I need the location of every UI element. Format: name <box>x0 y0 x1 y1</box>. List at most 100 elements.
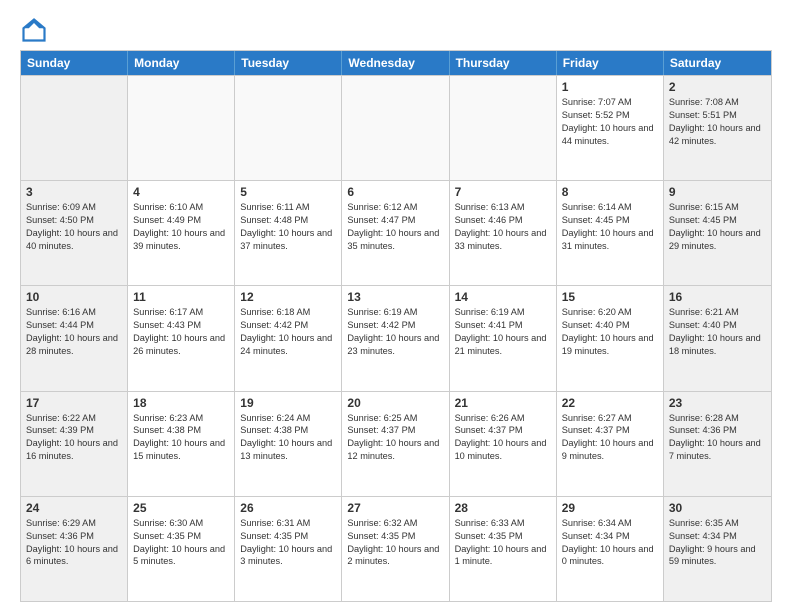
day-number: 11 <box>133 290 229 304</box>
calendar-header-row: SundayMondayTuesdayWednesdayThursdayFrid… <box>21 51 771 75</box>
day-info: Sunrise: 6:15 AM Sunset: 4:45 PM Dayligh… <box>669 201 766 253</box>
day-number: 3 <box>26 185 122 199</box>
cal-header-friday: Friday <box>557 51 664 75</box>
calendar: SundayMondayTuesdayWednesdayThursdayFrid… <box>20 50 772 602</box>
cal-cell: 4 Sunrise: 6:10 AM Sunset: 4:49 PM Daylig… <box>128 181 235 285</box>
day-info: Sunrise: 6:24 AM Sunset: 4:38 PM Dayligh… <box>240 412 336 464</box>
logo <box>20 16 52 44</box>
day-info: Sunrise: 6:22 AM Sunset: 4:39 PM Dayligh… <box>26 412 122 464</box>
day-number: 15 <box>562 290 658 304</box>
cal-week-4: 17 Sunrise: 6:22 AM Sunset: 4:39 PM Dayli… <box>21 391 771 496</box>
day-number: 25 <box>133 501 229 515</box>
cal-header-sunday: Sunday <box>21 51 128 75</box>
cal-cell: 24Sunrise: 6:29 AM Sunset: 4:36 PM Dayli… <box>21 497 128 601</box>
day-number: 21 <box>455 396 551 410</box>
day-info: Sunrise: 6:17 AM Sunset: 4:43 PM Dayligh… <box>133 306 229 358</box>
day-number: 1 <box>562 80 658 94</box>
cal-cell: 10 Sunrise: 6:16 AM Sunset: 4:44 PM Dayli… <box>21 286 128 390</box>
cal-header-thursday: Thursday <box>450 51 557 75</box>
day-number: 26 <box>240 501 336 515</box>
day-info: Sunrise: 6:20 AM Sunset: 4:40 PM Dayligh… <box>562 306 658 358</box>
day-number: 8 <box>562 185 658 199</box>
cal-cell: 9Sunrise: 6:15 AM Sunset: 4:45 PM Daylig… <box>664 181 771 285</box>
cal-week-5: 24Sunrise: 6:29 AM Sunset: 4:36 PM Dayli… <box>21 496 771 601</box>
day-number: 5 <box>240 185 336 199</box>
day-info: Sunrise: 6:25 AM Sunset: 4:37 PM Dayligh… <box>347 412 443 464</box>
day-info: Sunrise: 6:12 AM Sunset: 4:47 PM Dayligh… <box>347 201 443 253</box>
day-number: 12 <box>240 290 336 304</box>
cal-cell <box>235 76 342 180</box>
day-info: Sunrise: 7:07 AM Sunset: 5:52 PM Dayligh… <box>562 96 658 148</box>
cal-cell: 6 Sunrise: 6:12 AM Sunset: 4:47 PM Daylig… <box>342 181 449 285</box>
day-number: 14 <box>455 290 551 304</box>
day-info: Sunrise: 6:32 AM Sunset: 4:35 PM Dayligh… <box>347 517 443 569</box>
cal-cell <box>128 76 235 180</box>
day-info: Sunrise: 6:09 AM Sunset: 4:50 PM Dayligh… <box>26 201 122 253</box>
cal-cell: 22 Sunrise: 6:27 AM Sunset: 4:37 PM Dayli… <box>557 392 664 496</box>
day-info: Sunrise: 6:29 AM Sunset: 4:36 PM Dayligh… <box>26 517 122 569</box>
day-number: 6 <box>347 185 443 199</box>
cal-cell: 23 Sunrise: 6:28 AM Sunset: 4:36 PM Dayli… <box>664 392 771 496</box>
day-number: 20 <box>347 396 443 410</box>
cal-week-3: 10 Sunrise: 6:16 AM Sunset: 4:44 PM Dayli… <box>21 285 771 390</box>
cal-header-saturday: Saturday <box>664 51 771 75</box>
cal-cell: 14Sunrise: 6:19 AM Sunset: 4:41 PM Dayli… <box>450 286 557 390</box>
day-number: 4 <box>133 185 229 199</box>
day-info: Sunrise: 6:18 AM Sunset: 4:42 PM Dayligh… <box>240 306 336 358</box>
day-info: Sunrise: 6:28 AM Sunset: 4:36 PM Dayligh… <box>669 412 766 464</box>
day-number: 2 <box>669 80 766 94</box>
cal-cell: 2 Sunrise: 7:08 AM Sunset: 5:51 PM Daylig… <box>664 76 771 180</box>
day-info: Sunrise: 6:16 AM Sunset: 4:44 PM Dayligh… <box>26 306 122 358</box>
day-info: Sunrise: 6:30 AM Sunset: 4:35 PM Dayligh… <box>133 517 229 569</box>
cal-cell: 21 Sunrise: 6:26 AM Sunset: 4:37 PM Dayli… <box>450 392 557 496</box>
day-info: Sunrise: 6:27 AM Sunset: 4:37 PM Dayligh… <box>562 412 658 464</box>
day-number: 22 <box>562 396 658 410</box>
cal-header-tuesday: Tuesday <box>235 51 342 75</box>
cal-cell: 12 Sunrise: 6:18 AM Sunset: 4:42 PM Dayli… <box>235 286 342 390</box>
day-info: Sunrise: 6:35 AM Sunset: 4:34 PM Dayligh… <box>669 517 766 569</box>
day-number: 16 <box>669 290 766 304</box>
cal-cell: 19Sunrise: 6:24 AM Sunset: 4:38 PM Dayli… <box>235 392 342 496</box>
day-number: 23 <box>669 396 766 410</box>
cal-cell: 7Sunrise: 6:13 AM Sunset: 4:46 PM Daylig… <box>450 181 557 285</box>
day-info: Sunrise: 7:08 AM Sunset: 5:51 PM Dayligh… <box>669 96 766 148</box>
cal-cell: 17 Sunrise: 6:22 AM Sunset: 4:39 PM Dayli… <box>21 392 128 496</box>
day-number: 17 <box>26 396 122 410</box>
day-info: Sunrise: 6:10 AM Sunset: 4:49 PM Dayligh… <box>133 201 229 253</box>
cal-cell <box>342 76 449 180</box>
day-number: 27 <box>347 501 443 515</box>
cal-cell: 1 Sunrise: 7:07 AM Sunset: 5:52 PM Daylig… <box>557 76 664 180</box>
day-number: 13 <box>347 290 443 304</box>
day-info: Sunrise: 6:34 AM Sunset: 4:34 PM Dayligh… <box>562 517 658 569</box>
cal-cell: 3 Sunrise: 6:09 AM Sunset: 4:50 PM Daylig… <box>21 181 128 285</box>
day-number: 30 <box>669 501 766 515</box>
cal-header-wednesday: Wednesday <box>342 51 449 75</box>
cal-cell: 15 Sunrise: 6:20 AM Sunset: 4:40 PM Dayli… <box>557 286 664 390</box>
day-number: 10 <box>26 290 122 304</box>
cal-cell: 28Sunrise: 6:33 AM Sunset: 4:35 PM Dayli… <box>450 497 557 601</box>
cal-week-2: 3 Sunrise: 6:09 AM Sunset: 4:50 PM Daylig… <box>21 180 771 285</box>
day-info: Sunrise: 6:11 AM Sunset: 4:48 PM Dayligh… <box>240 201 336 253</box>
cal-cell: 30 Sunrise: 6:35 AM Sunset: 4:34 PM Dayli… <box>664 497 771 601</box>
day-info: Sunrise: 6:21 AM Sunset: 4:40 PM Dayligh… <box>669 306 766 358</box>
cal-cell: 8Sunrise: 6:14 AM Sunset: 4:45 PM Daylig… <box>557 181 664 285</box>
day-number: 29 <box>562 501 658 515</box>
cal-header-monday: Monday <box>128 51 235 75</box>
cal-cell <box>450 76 557 180</box>
cal-cell: 5 Sunrise: 6:11 AM Sunset: 4:48 PM Daylig… <box>235 181 342 285</box>
day-info: Sunrise: 6:23 AM Sunset: 4:38 PM Dayligh… <box>133 412 229 464</box>
cal-week-1: 1 Sunrise: 7:07 AM Sunset: 5:52 PM Daylig… <box>21 75 771 180</box>
day-number: 28 <box>455 501 551 515</box>
day-info: Sunrise: 6:26 AM Sunset: 4:37 PM Dayligh… <box>455 412 551 464</box>
logo-icon <box>20 16 48 44</box>
day-number: 18 <box>133 396 229 410</box>
cal-cell: 16 Sunrise: 6:21 AM Sunset: 4:40 PM Dayli… <box>664 286 771 390</box>
cal-cell: 27 Sunrise: 6:32 AM Sunset: 4:35 PM Dayli… <box>342 497 449 601</box>
cal-cell <box>21 76 128 180</box>
cal-cell: 20 Sunrise: 6:25 AM Sunset: 4:37 PM Dayli… <box>342 392 449 496</box>
day-info: Sunrise: 6:31 AM Sunset: 4:35 PM Dayligh… <box>240 517 336 569</box>
cal-cell: 26 Sunrise: 6:31 AM Sunset: 4:35 PM Dayli… <box>235 497 342 601</box>
day-info: Sunrise: 6:13 AM Sunset: 4:46 PM Dayligh… <box>455 201 551 253</box>
calendar-body: 1 Sunrise: 7:07 AM Sunset: 5:52 PM Daylig… <box>21 75 771 601</box>
cal-cell: 29 Sunrise: 6:34 AM Sunset: 4:34 PM Dayli… <box>557 497 664 601</box>
